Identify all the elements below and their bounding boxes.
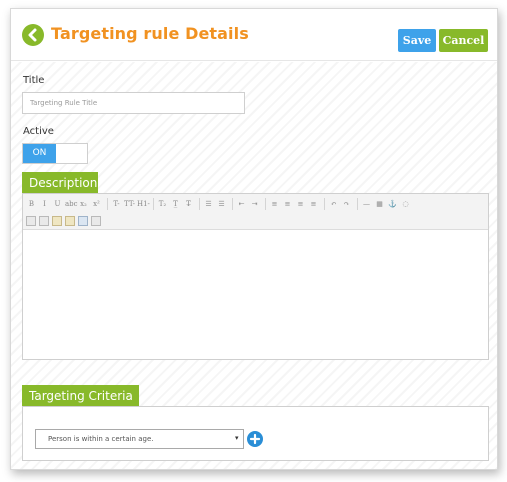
paste-icon[interactable] bbox=[52, 216, 62, 226]
toolbar-separator bbox=[357, 198, 358, 210]
description-editor[interactable]: B I Uabc x₂ x² T- TT- H1- T₂ T̲ T̶ ☰ ☰ ⇤ ⇥ ≡ ≡ ≡ ≡ ↶ ↷ — ▦ ⚓ ◌ bbox=[22, 193, 489, 360]
active-toggle[interactable]: ON bbox=[22, 143, 88, 164]
cut-icon[interactable] bbox=[26, 216, 36, 226]
save-button[interactable]: Save bbox=[398, 29, 436, 52]
toolbar-button[interactable]: ↷ bbox=[341, 198, 352, 210]
description-section-tab: Description bbox=[22, 172, 98, 194]
toolbar-button[interactable]: T- bbox=[111, 198, 122, 210]
toolbar-button[interactable]: T₂ bbox=[157, 198, 168, 210]
toolbar-button[interactable]: ≡ bbox=[269, 198, 280, 210]
toolbar-button[interactable]: x₂ bbox=[78, 198, 89, 210]
page-title: Targeting rule Details bbox=[51, 24, 249, 43]
toolbar-button[interactable]: ⚓ bbox=[387, 198, 398, 210]
toolbar-button[interactable]: ≡ bbox=[295, 198, 306, 210]
toolbar-separator bbox=[324, 198, 325, 210]
toolbar-button[interactable]: I bbox=[39, 198, 50, 210]
toolbar-button[interactable]: ⇥ bbox=[249, 198, 260, 210]
toolbar-button[interactable]: ≡ bbox=[282, 198, 293, 210]
toolbar-button[interactable]: ☰ bbox=[203, 198, 214, 210]
toolbar-button[interactable]: T̲ bbox=[170, 198, 181, 210]
plus-icon bbox=[249, 433, 261, 445]
toolbar-button[interactable]: ⇤ bbox=[236, 198, 247, 210]
source-icon[interactable] bbox=[91, 216, 101, 226]
copy-icon[interactable] bbox=[39, 216, 49, 226]
toolbar-button[interactable]: H1- bbox=[137, 198, 150, 210]
toolbar-button[interactable]: ☰ bbox=[216, 198, 227, 210]
toolbar-separator bbox=[107, 198, 108, 210]
toolbar-separator bbox=[199, 198, 200, 210]
select-arrow-icon[interactable]: ▾ bbox=[235, 429, 239, 448]
print-icon[interactable] bbox=[78, 216, 88, 226]
toolbar-button[interactable]: x² bbox=[91, 198, 102, 210]
toolbar-separator bbox=[265, 198, 266, 210]
editor-toolbar: B I Uabc x₂ x² T- TT- H1- T₂ T̲ T̶ ☰ ☰ ⇤ ⇥ ≡ ≡ ≡ ≡ ↶ ↷ — ▦ ⚓ ◌ bbox=[23, 194, 488, 230]
paste-text-icon[interactable] bbox=[65, 216, 75, 226]
active-label: Active bbox=[23, 126, 54, 137]
toolbar-button[interactable]: ▦ bbox=[374, 198, 385, 210]
targeting-criteria-section-tab: Targeting Criteria bbox=[22, 385, 139, 407]
add-criteria-button[interactable] bbox=[247, 431, 263, 447]
criteria-select[interactable]: Person is within a certain age. bbox=[35, 429, 244, 449]
toolbar-button[interactable]: ≡ bbox=[308, 198, 319, 210]
toolbar-button[interactable]: ↶ bbox=[328, 198, 339, 210]
toolbar-separator bbox=[153, 198, 154, 210]
toolbar-button[interactable]: abc bbox=[65, 198, 78, 210]
title-label: Title bbox=[23, 75, 45, 86]
targeting-rule-panel: Targeting rule Details Save Cancel Title… bbox=[10, 8, 498, 470]
toggle-on-label: ON bbox=[23, 144, 56, 163]
back-button[interactable] bbox=[22, 24, 44, 46]
toolbar-separator bbox=[232, 198, 233, 210]
toolbar-button[interactable]: U bbox=[52, 198, 63, 210]
title-input[interactable]: Targeting Rule Title bbox=[22, 92, 245, 114]
toolbar-row-clipboard bbox=[26, 213, 104, 229]
toolbar-button[interactable]: TT- bbox=[124, 198, 135, 210]
toolbar-button[interactable]: ◌ bbox=[400, 198, 411, 210]
form-body: Title Targeting Rule Title Active ON Des… bbox=[11, 62, 497, 469]
cancel-button[interactable]: Cancel bbox=[439, 29, 488, 52]
toolbar-button[interactable]: T̶ bbox=[183, 198, 194, 210]
panel-header: Targeting rule Details Save Cancel bbox=[11, 9, 497, 61]
toolbar-button[interactable]: — bbox=[361, 198, 372, 210]
chevron-left-icon bbox=[28, 28, 37, 42]
toolbar-row-formatting: B I Uabc x₂ x² T- TT- H1- T₂ T̲ T̶ ☰ ☰ ⇤ ⇥ ≡ ≡ ≡ ≡ ↶ ↷ — ▦ ⚓ ◌ bbox=[26, 196, 413, 212]
toolbar-button[interactable]: B bbox=[26, 198, 37, 210]
